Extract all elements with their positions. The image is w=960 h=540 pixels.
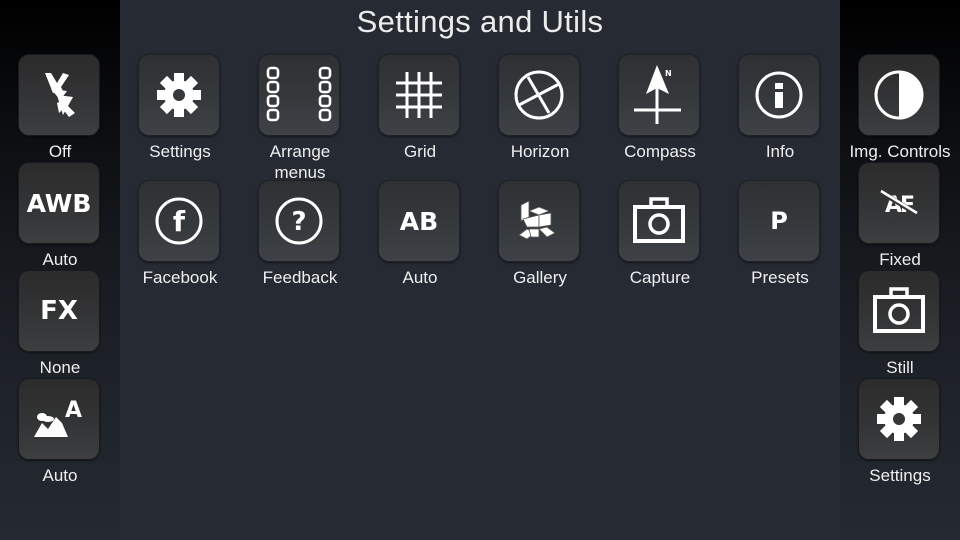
scene-mode-label: Auto — [42, 466, 78, 485]
scene-mode-button[interactable]: A — [18, 378, 100, 460]
facebook-button[interactable]: f — [138, 180, 220, 262]
focus-label: Fixed — [879, 250, 921, 269]
right-settings-label: Settings — [869, 466, 931, 485]
gear-icon — [877, 397, 921, 441]
facebook-icon: f — [155, 197, 203, 245]
svg-text:f: f — [173, 205, 186, 238]
camera-icon — [873, 287, 925, 333]
effects-label: None — [39, 358, 81, 377]
gallery-button[interactable] — [498, 180, 580, 262]
right-settings-button[interactable] — [858, 378, 940, 460]
flash-button[interactable] — [18, 54, 100, 136]
compass-icon: N — [634, 65, 681, 124]
page-title: Settings and Utils — [356, 4, 604, 39]
gallery-label: Gallery — [513, 268, 567, 287]
svg-text:?: ? — [291, 207, 306, 237]
camera-icon — [633, 197, 685, 243]
info-button[interactable] — [738, 54, 820, 136]
awb-icon: AWB — [26, 188, 92, 218]
presets-icon: P — [770, 207, 788, 235]
white-balance-button[interactable]: AWB — [18, 162, 100, 244]
capture-button[interactable] — [618, 180, 700, 262]
focus-button[interactable]: AF — [858, 162, 940, 244]
compass-button[interactable]: N — [618, 54, 700, 136]
grid-icon — [396, 72, 442, 118]
flash-off-icon — [45, 73, 75, 117]
feedback-button[interactable]: ? — [258, 180, 340, 262]
flash-label: Off — [48, 142, 72, 161]
info-icon — [755, 71, 803, 119]
presets-label: Presets — [751, 268, 809, 287]
ab-icon: AB — [399, 206, 439, 236]
arrange-menus-label-line1: Arrange — [269, 142, 331, 161]
right-quick-panel: Img. Controls AF Fixed Still — [840, 0, 960, 540]
scene-mode-icon: A — [34, 398, 82, 437]
capture-label: Capture — [629, 268, 691, 287]
svg-text:N: N — [665, 69, 672, 78]
horizon-icon — [514, 70, 564, 120]
arrange-menus-icon — [266, 66, 332, 122]
info-label: Info — [765, 142, 795, 161]
ab-auto-label: Auto — [402, 268, 438, 287]
img-controls-label: Img. Controls — [849, 142, 951, 161]
feedback-label: Feedback — [262, 268, 338, 287]
gallery-icon — [518, 200, 556, 240]
left-quick-panel: Off AWB Auto FX None A Auto — [0, 0, 120, 540]
grid-label: Grid — [403, 142, 437, 161]
settings-button[interactable] — [138, 54, 220, 136]
contrast-icon — [874, 70, 924, 120]
ab-auto-button[interactable]: AB — [378, 180, 460, 262]
presets-button[interactable]: P — [738, 180, 820, 262]
horizon-label: Horizon — [510, 142, 570, 161]
horizon-button[interactable] — [498, 54, 580, 136]
gear-icon — [157, 73, 201, 117]
grid-button[interactable] — [378, 54, 460, 136]
white-balance-label: Auto — [42, 250, 78, 269]
feedback-icon: ? — [275, 197, 323, 245]
img-controls-button[interactable] — [858, 54, 940, 136]
mode-label: Still — [886, 358, 914, 377]
effects-button[interactable]: FX — [18, 270, 100, 352]
arrange-menus-button[interactable] — [258, 54, 340, 136]
settings-label: Settings — [149, 142, 211, 161]
mode-button[interactable] — [858, 270, 940, 352]
fx-icon: FX — [40, 296, 78, 326]
compass-label: Compass — [624, 142, 696, 161]
settings-utils-panel: Settings and Utils Settings Arrange menu… — [120, 0, 840, 540]
svg-text:A: A — [65, 398, 82, 423]
af-off-icon: AF — [879, 189, 919, 218]
arrange-menus-label: Arrange menus — [240, 141, 360, 183]
facebook-label: Facebook — [142, 268, 218, 287]
